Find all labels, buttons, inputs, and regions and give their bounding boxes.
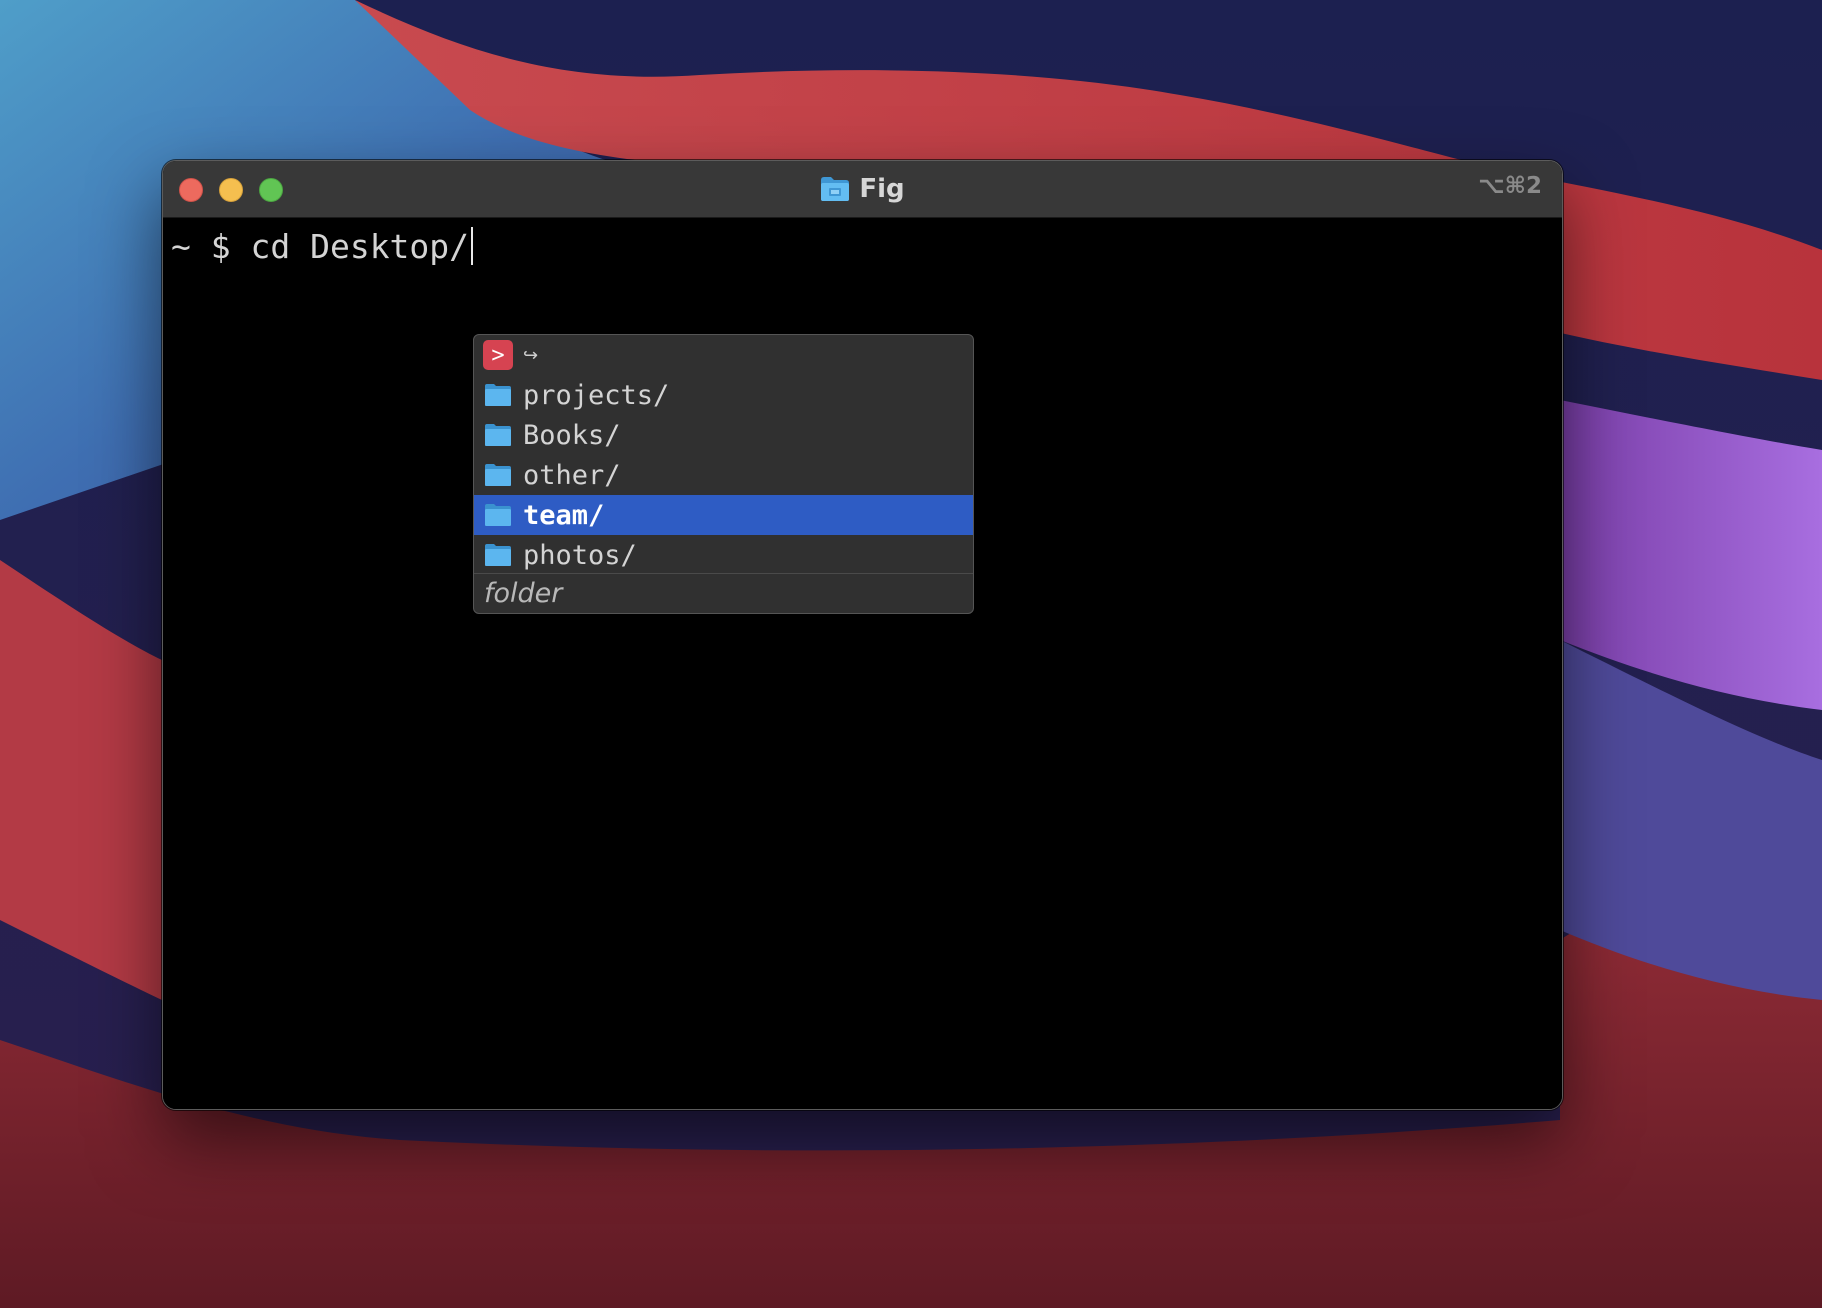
suggestion-books[interactable]: Books/ — [474, 415, 973, 455]
command-line[interactable]: ~ $ cd Desktop/ — [171, 226, 474, 266]
folder-icon — [485, 384, 511, 406]
suggestion-label: photos/ — [523, 539, 637, 571]
terminal-window[interactable]: Fig ⌥⌘2 ~ $ cd Desktop/ > ↪ projects/ Bo… — [162, 160, 1563, 1110]
title-bar[interactable]: Fig ⌥⌘2 — [163, 161, 1562, 218]
autocomplete-popup[interactable]: > ↪ projects/ Books/ other/ team/ photos… — [473, 334, 974, 614]
folder-icon — [485, 544, 511, 566]
text-cursor — [471, 227, 474, 265]
return-arrow-icon: ↪ — [523, 344, 539, 366]
folder-icon — [485, 424, 511, 446]
autocomplete-header[interactable]: > ↪ — [474, 335, 973, 375]
terminal-area[interactable]: ~ $ cd Desktop/ > ↪ projects/ Books/ oth… — [163, 218, 1562, 1109]
window-title: Fig — [859, 174, 905, 204]
command-input[interactable]: cd Desktop/ — [250, 227, 469, 266]
window-title-group: Fig — [163, 161, 1562, 217]
fig-prompt-icon: > — [483, 340, 513, 370]
desktop: Fig ⌥⌘2 ~ $ cd Desktop/ > ↪ projects/ Bo… — [0, 0, 1822, 1308]
folder-icon — [821, 177, 850, 201]
shell-prompt: ~ $ — [171, 226, 251, 266]
suggestion-photos[interactable]: photos/ — [474, 535, 973, 575]
suggestion-label: projects/ — [523, 379, 670, 411]
suggestion-projects[interactable]: projects/ — [474, 375, 973, 415]
suggestion-team[interactable]: team/ — [474, 495, 973, 535]
description-text: folder — [484, 578, 563, 609]
suggestion-label: Books/ — [523, 419, 621, 451]
suggestion-label: team/ — [523, 499, 605, 531]
folder-icon — [485, 464, 511, 486]
suggestion-label: other/ — [523, 459, 621, 491]
folder-icon — [485, 504, 511, 526]
suggestion-description: folder — [474, 573, 973, 613]
window-shortcut: ⌥⌘2 — [1478, 173, 1542, 199]
suggestion-other[interactable]: other/ — [474, 455, 973, 495]
